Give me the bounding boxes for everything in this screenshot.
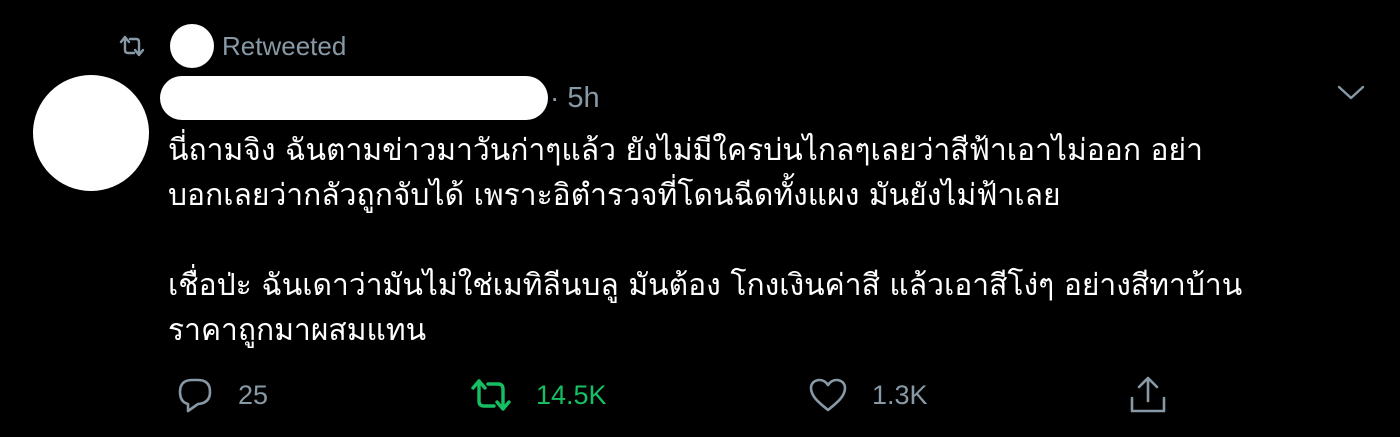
retweeter-avatar[interactable] [170,24,214,68]
retweet-icon [470,377,512,413]
header-separator: · [550,82,560,113]
tweet-text-line: เชื่อป่ะ ฉันเดาว่ามันไม่ใช่เมทิลีนบลู มั… [168,268,1243,303]
tweet-text: นี่ถามจิง ฉันตามข่าวมาวันก่าๆแล้ว ยังไม่… [168,128,1358,353]
retweet-context: Retweeted [118,22,346,70]
like-button[interactable]: 1.3K [808,370,928,420]
tweet-text-line: บอกเลยว่ากลัวถูกจับได้ เพราะอิตำรวจที่โด… [168,178,1061,213]
like-count: 1.3K [872,379,928,410]
heart-icon [808,377,848,413]
retweet-count: 14.5K [536,379,607,410]
tweet-timestamp[interactable]: 5h [567,82,599,115]
tweet-actions: 25 14.5K 1.3K [0,370,1400,420]
retweet-button[interactable]: 14.5K [470,370,607,420]
retweet-icon [118,31,148,61]
tweet-text-line: ราคาถูกมาผสมแทน [168,313,427,348]
reply-count: 25 [238,379,269,410]
tweet-text-line: นี่ถามจิง ฉันตามข่าวมาวันก่าๆแล้ว ยังไม่… [168,133,1203,168]
share-icon [1128,374,1168,416]
retweeted-label: Retweeted [222,30,347,61]
reply-button[interactable]: 25 [176,370,268,420]
author-avatar[interactable] [33,75,149,191]
share-button[interactable] [1128,370,1168,420]
reply-icon [176,375,214,415]
author-name-redacted[interactable] [160,76,548,120]
chevron-down-icon[interactable] [1336,80,1366,104]
tweet-header: · 5h [160,76,600,120]
